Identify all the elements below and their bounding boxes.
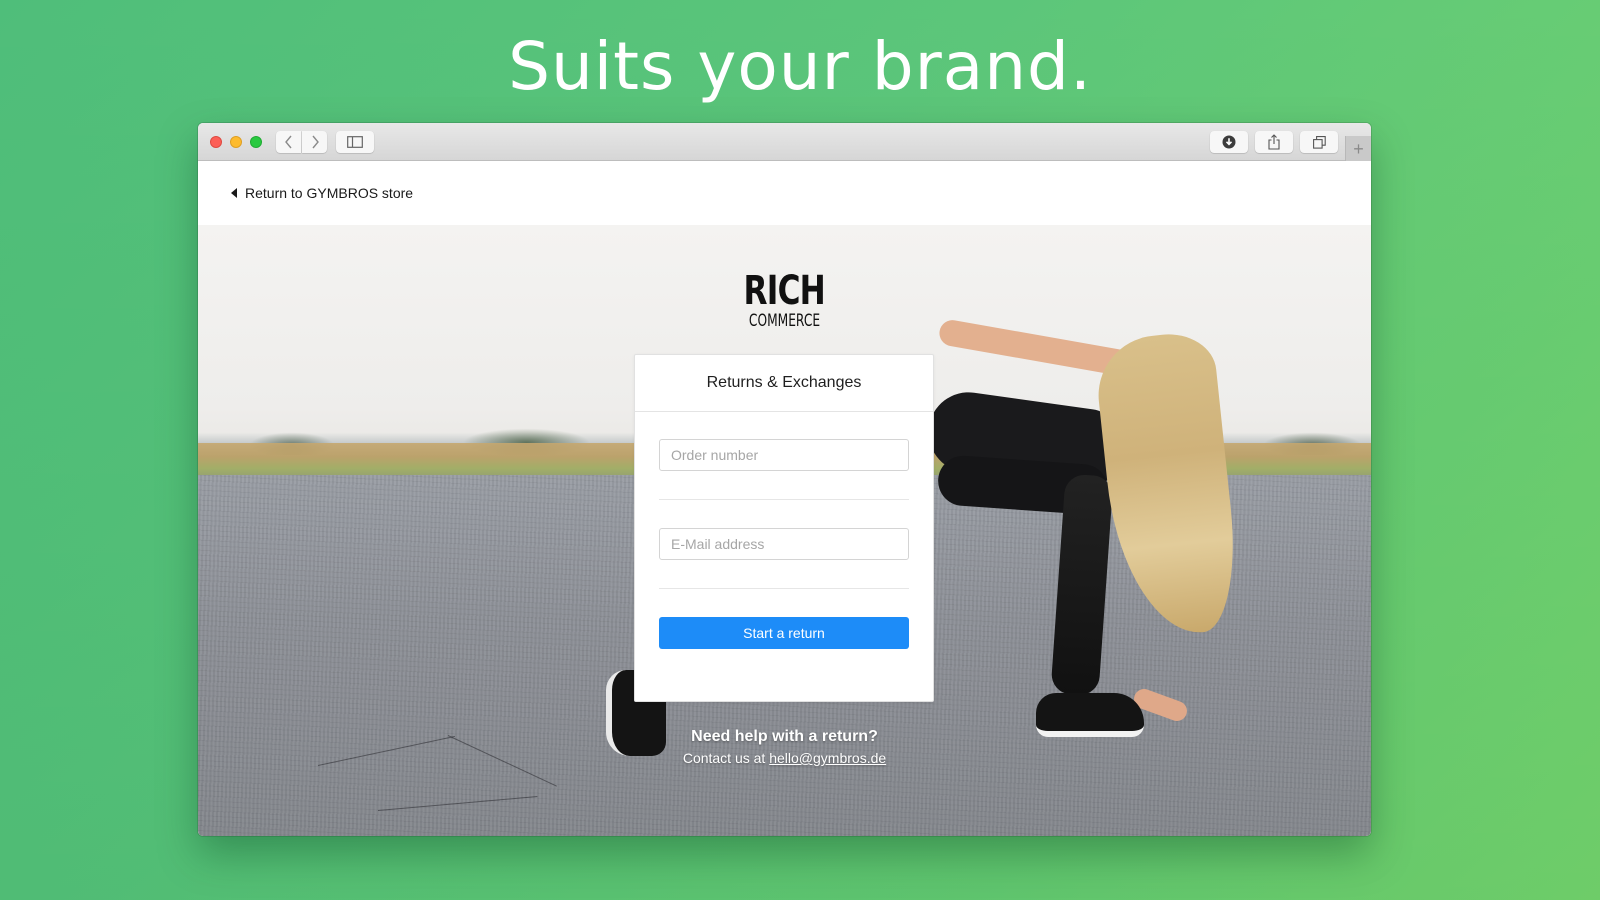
return-to-store-link[interactable]: Return to GYMBROS store bbox=[231, 185, 413, 201]
help-section: Need help with a return? Contact us at h… bbox=[198, 728, 1371, 766]
card-title: Returns & Exchanges bbox=[635, 355, 933, 412]
contact-prefix: Contact us at bbox=[682, 750, 766, 766]
browser-toolbar: + bbox=[198, 123, 1371, 162]
chevron-left-icon bbox=[284, 135, 292, 149]
returns-page: Return to GYMBROS store RICH COMMERCE Re… bbox=[198, 161, 1371, 836]
downloads-button[interactable] bbox=[1210, 131, 1248, 153]
start-return-button[interactable]: Start a return bbox=[659, 617, 909, 649]
contact-email-link[interactable]: hello@gymbros.de bbox=[769, 750, 886, 766]
window-maximize-button[interactable] bbox=[250, 136, 262, 148]
download-icon bbox=[1222, 135, 1236, 149]
share-icon bbox=[1268, 134, 1280, 150]
divider bbox=[659, 588, 909, 589]
tabs-overview-icon bbox=[1312, 135, 1326, 149]
help-contact-line: Contact us at hello@gymbros.de bbox=[198, 750, 1371, 766]
new-tab-button[interactable]: + bbox=[1345, 136, 1371, 162]
caret-left-icon bbox=[231, 188, 237, 198]
logo-line-2: COMMERCE bbox=[748, 311, 821, 331]
sidebar-icon bbox=[347, 136, 363, 148]
help-title: Need help with a return? bbox=[691, 728, 878, 745]
chevron-right-icon bbox=[311, 135, 319, 149]
sidebar-toggle-button[interactable] bbox=[336, 131, 374, 153]
hero-background: RICH COMMERCE Returns & Exchanges Start … bbox=[198, 225, 1371, 836]
browser-window: + Return to GYMBROS store RICH COMMERCE … bbox=[198, 123, 1371, 836]
share-button[interactable] bbox=[1255, 131, 1293, 153]
window-close-button[interactable] bbox=[210, 136, 222, 148]
tab-overview-button[interactable] bbox=[1300, 131, 1338, 153]
logo-line-1: RICH bbox=[743, 268, 826, 314]
returns-form: Start a return bbox=[635, 412, 933, 649]
divider bbox=[659, 499, 909, 500]
page-topbar: Return to GYMBROS store bbox=[198, 161, 1371, 225]
headline: Suits your brand. bbox=[508, 28, 1092, 105]
back-button[interactable] bbox=[276, 131, 301, 153]
forward-button[interactable] bbox=[302, 131, 327, 153]
returns-form-card: Returns & Exchanges Start a return bbox=[634, 354, 934, 702]
email-input[interactable] bbox=[659, 528, 909, 560]
brand-logo: RICH COMMERCE bbox=[198, 271, 1371, 330]
return-to-store-label: Return to GYMBROS store bbox=[245, 185, 414, 201]
window-minimize-button[interactable] bbox=[230, 136, 242, 148]
order-number-input[interactable] bbox=[659, 439, 909, 471]
